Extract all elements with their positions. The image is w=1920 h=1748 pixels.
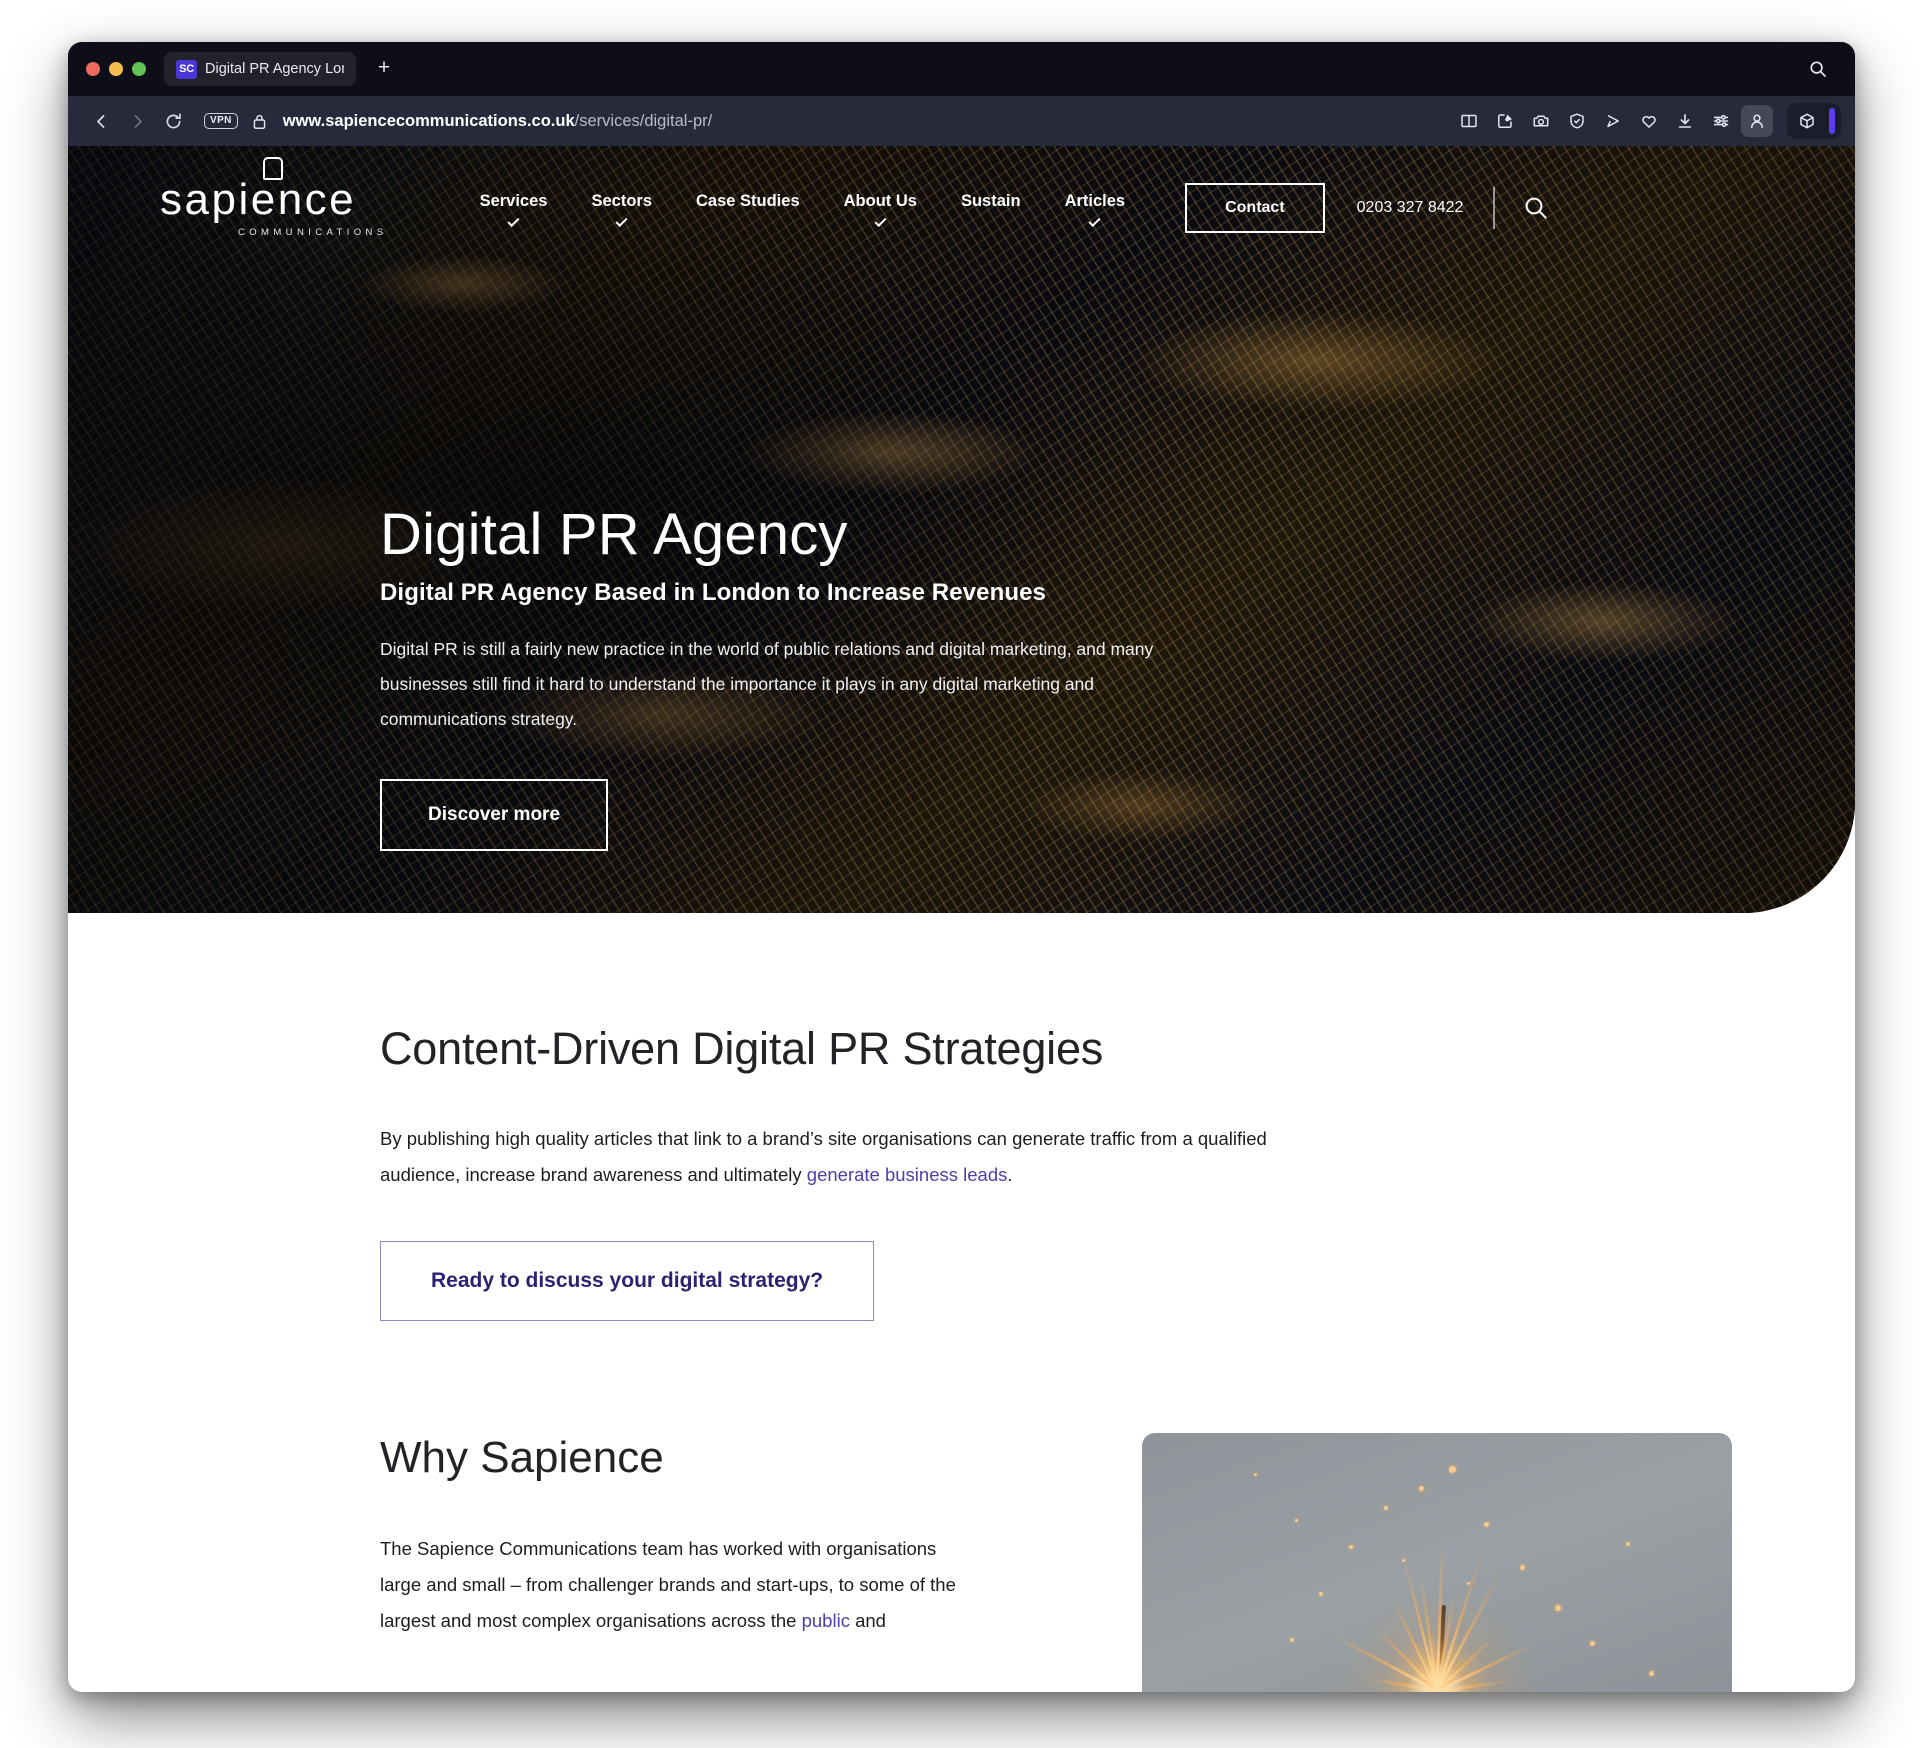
- spark-ember: [1625, 1542, 1630, 1547]
- search-icon[interactable]: [1523, 195, 1549, 221]
- header-phone-number[interactable]: 0203 327 8422: [1357, 199, 1464, 217]
- nav-item-sectors[interactable]: Sectors: [591, 192, 652, 228]
- content-paragraph: By publishing high quality articles that…: [380, 1121, 1340, 1193]
- spark-ember: [1383, 1505, 1388, 1510]
- spark-ember: [1484, 1522, 1490, 1528]
- paragraph-text-after-link: and: [849, 1610, 886, 1632]
- spark-ember: [1419, 1485, 1425, 1491]
- nav-item-sustain[interactable]: Sustain: [961, 192, 1021, 224]
- download-icon[interactable]: [1669, 105, 1701, 137]
- send-share-icon[interactable]: [1597, 105, 1629, 137]
- chevron-down-icon: [615, 214, 628, 228]
- spark-ember: [1466, 1581, 1470, 1585]
- profile-icon[interactable]: [1741, 105, 1773, 137]
- browser-window: SC Digital PR Agency Londo +: [68, 42, 1855, 1692]
- search-icon[interactable]: [1805, 56, 1831, 82]
- site-navigation: Services Sectors Case Studies About Us S…: [479, 192, 1126, 228]
- browser-toolbar-icons: [1453, 103, 1841, 139]
- browser-extension-group: [1787, 103, 1841, 139]
- address-bar[interactable]: www.sapiencecommunications.co.uk/service…: [283, 112, 712, 131]
- chevron-down-icon: [874, 214, 887, 228]
- nav-label: Sustain: [960, 192, 1021, 210]
- spark-ember: [1519, 1565, 1525, 1571]
- nav-item-case-studies[interactable]: Case Studies: [696, 192, 800, 224]
- browser-tab-strip: SC Digital PR Agency Londo +: [68, 42, 1855, 96]
- spark-ember: [1401, 1558, 1405, 1562]
- new-tab-button[interactable]: +: [370, 55, 398, 83]
- spark-ember: [1448, 1466, 1456, 1474]
- desktop-background: SC Digital PR Agency Londo +: [0, 0, 1920, 1748]
- spark-ember: [1555, 1604, 1561, 1611]
- spark-ember: [1295, 1518, 1299, 1522]
- discuss-digital-strategy-button[interactable]: Ready to discuss your digital strategy?: [380, 1241, 875, 1322]
- chevron-down-icon: [1088, 214, 1101, 228]
- maximize-window-button[interactable]: [132, 62, 146, 76]
- nav-item-articles[interactable]: Articles: [1064, 192, 1126, 228]
- minimize-window-button[interactable]: [109, 62, 123, 76]
- site-logo[interactable]: sapience COMMUNICATIONS: [160, 157, 388, 238]
- browser-tab[interactable]: SC Digital PR Agency Londo: [164, 52, 356, 86]
- spark-ember: [1254, 1472, 1258, 1476]
- generate-business-leads-link[interactable]: generate business leads: [807, 1164, 1008, 1185]
- contact-button[interactable]: Contact: [1185, 183, 1325, 233]
- url-host: www.sapiencecommunications.co.uk: [282, 111, 575, 130]
- close-window-button[interactable]: [86, 62, 100, 76]
- back-arrow-icon[interactable]: [86, 106, 116, 136]
- vpn-badge[interactable]: VPN: [204, 113, 238, 129]
- logo-wordmark: sapience: [160, 157, 356, 222]
- nav-label: Case Studies: [696, 192, 800, 210]
- hero-subtitle: Digital PR Agency Based in London to Inc…: [380, 579, 1046, 607]
- content-strategies-section: Content-Driven Digital PR Strategies By …: [68, 913, 1855, 1322]
- logo-mark-icon: [263, 157, 283, 180]
- spark-ember: [1649, 1670, 1655, 1676]
- reload-icon[interactable]: [158, 106, 188, 136]
- header-divider: [1493, 187, 1495, 229]
- logo-subtext: COMMUNICATIONS: [238, 227, 388, 238]
- extension-accent-bar: [1829, 108, 1835, 134]
- hero-copy: Digital PR Agency Digital PR Agency Base…: [380, 502, 1190, 852]
- spark-ember: [1289, 1637, 1294, 1642]
- paragraph-text-after-link: .: [1007, 1164, 1013, 1186]
- screenshot-camera-icon[interactable]: [1525, 105, 1557, 137]
- forward-arrow-icon[interactable]: [122, 106, 152, 136]
- tab-favicon: SC: [176, 59, 197, 79]
- why-sapience-heading: Why Sapience: [380, 1433, 664, 1483]
- why-sapience-section: Why Sapience The Sapience Communications…: [68, 1321, 1855, 1692]
- spark-ember: [1319, 1591, 1323, 1596]
- nav-item-services[interactable]: Services: [479, 192, 548, 228]
- hero-section: sapience COMMUNICATIONS Services Sectors: [68, 146, 1855, 913]
- tab-title: Digital PR Agency Londo: [205, 61, 344, 77]
- nav-label: About Us: [843, 192, 917, 210]
- discover-more-button[interactable]: Discover more: [380, 779, 609, 852]
- nav-label: Articles: [1064, 192, 1126, 210]
- why-sapience-paragraph: The Sapience Communications team has wor…: [380, 1531, 970, 1639]
- reader-view-icon[interactable]: [1453, 105, 1485, 137]
- chevron-down-icon: [507, 214, 520, 228]
- page-viewport: sapience COMMUNICATIONS Services Sectors: [68, 146, 1855, 1692]
- content-heading: Content-Driven Digital PR Strategies: [380, 1023, 1104, 1074]
- nav-item-about-us[interactable]: About Us: [843, 192, 917, 228]
- heart-icon[interactable]: [1633, 105, 1665, 137]
- lock-icon: [252, 113, 267, 130]
- nav-label: Services: [479, 192, 548, 210]
- shield-check-icon[interactable]: [1561, 105, 1593, 137]
- public-sector-link[interactable]: public: [802, 1610, 850, 1631]
- settings-sliders-icon[interactable]: [1705, 105, 1737, 137]
- why-text-column: Why Sapience The Sapience Communications…: [380, 1433, 980, 1639]
- spark-ember: [1590, 1641, 1596, 1647]
- window-traffic-lights: [86, 62, 146, 76]
- nav-label: Sectors: [591, 192, 652, 210]
- sparkler-photo: [1142, 1433, 1732, 1692]
- url-path: /services/digital-pr/: [574, 111, 713, 130]
- site-header: sapience COMMUNICATIONS Services Sectors: [68, 146, 1855, 270]
- browser-url-toolbar: VPN www.sapiencecommunications.co.uk/ser…: [68, 96, 1855, 146]
- hero-paragraph: Digital PR is still a fairly new practic…: [380, 639, 1154, 730]
- cube-extension-icon[interactable]: [1791, 105, 1823, 137]
- hero-title: Digital PR Agency: [380, 502, 848, 567]
- spark-ember: [1348, 1545, 1353, 1550]
- annotate-icon[interactable]: [1489, 105, 1521, 137]
